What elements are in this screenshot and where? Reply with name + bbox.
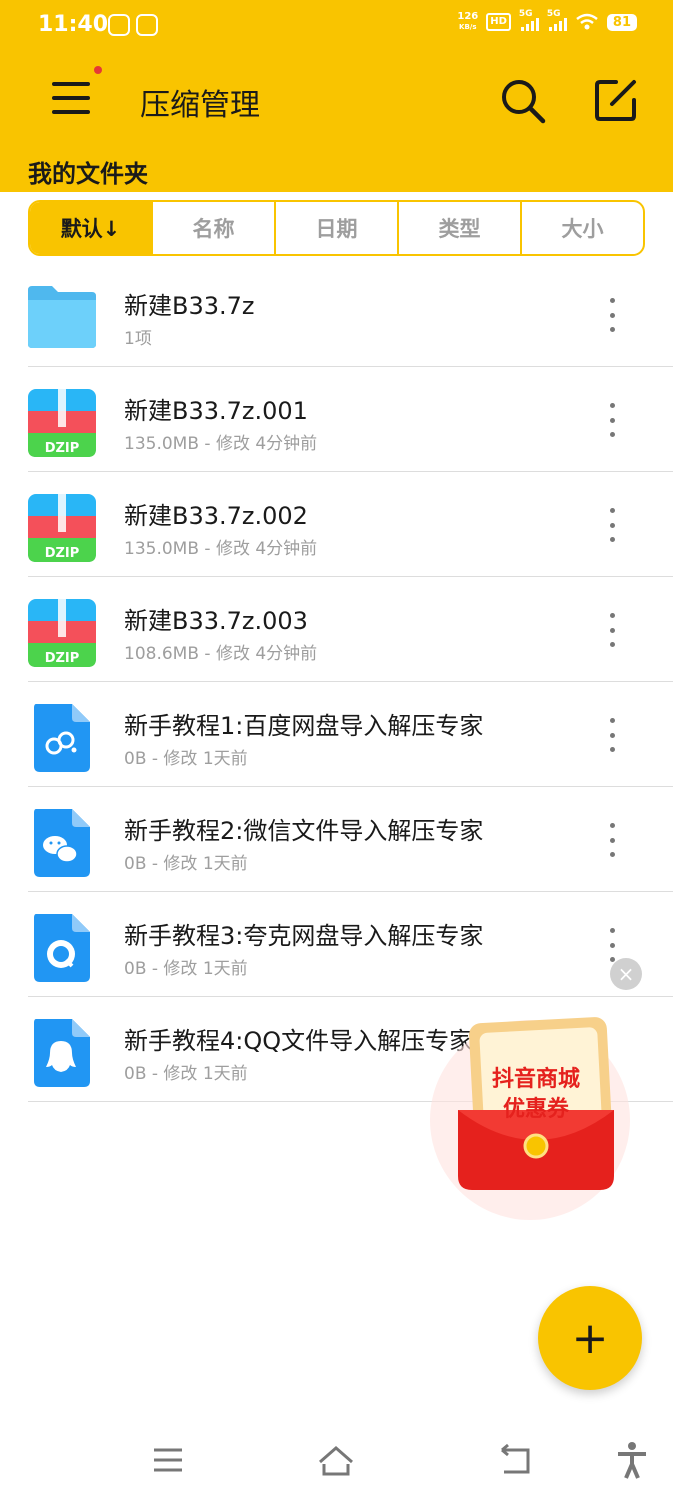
file-list: 新建B33.7z 1项 DZIP 新建B33.7z.001 135.0MB - …	[0, 262, 673, 1102]
back-icon[interactable]	[494, 1440, 534, 1480]
notification-dot	[94, 66, 102, 74]
list-item[interactable]: DZIP 新建B33.7z.003 108.6MB - 修改 4分钟前	[0, 577, 673, 682]
more-icon[interactable]	[600, 823, 624, 857]
tab-type[interactable]: 类型	[397, 202, 520, 254]
quark-doc-icon	[34, 914, 90, 982]
promo-coupon[interactable]: 抖音商城 优惠券	[420, 1010, 640, 1230]
file-name: 新手教程2:微信文件导入解压专家	[124, 817, 484, 845]
app-bar: 压缩管理 我的文件夹	[0, 52, 673, 192]
status-icons: 126 KB/s HD 5G 5G 81	[457, 9, 637, 32]
promo-close-button[interactable]: ×	[610, 958, 642, 990]
tab-default[interactable]: 默认↓	[30, 202, 151, 254]
search-icon[interactable]	[500, 78, 546, 124]
wechat-doc-icon	[34, 809, 90, 877]
file-name: 新手教程1:百度网盘导入解压专家	[124, 712, 484, 740]
svg-text:DZIP: DZIP	[45, 651, 80, 666]
list-item[interactable]: 新手教程1:百度网盘导入解压专家 0B - 修改 1天前	[0, 682, 673, 787]
file-meta: 0B - 修改 1天前	[124, 1064, 248, 1084]
notification-app-icon-2	[136, 14, 158, 36]
sort-tabs: 默认↓ 名称 日期 类型 大小	[28, 200, 645, 256]
folder-icon	[28, 286, 96, 348]
list-item[interactable]: 新建B33.7z 1项	[0, 262, 673, 367]
status-bar: 11:40 126 KB/s HD 5G 5G 81	[0, 0, 673, 52]
signal-icon-2: 5G	[547, 9, 567, 31]
file-meta: 135.0MB - 修改 4分钟前	[124, 539, 318, 559]
svg-text:DZIP: DZIP	[45, 441, 80, 456]
menu-icon[interactable]	[52, 82, 90, 116]
list-item[interactable]: 新手教程3:夸克网盘导入解压专家 0B - 修改 1天前	[0, 892, 673, 997]
net-speed: 126 KB/s	[457, 11, 479, 32]
coupon-envelope-icon: 抖音商城 优惠券	[430, 1017, 630, 1220]
system-nav-bar	[0, 1420, 673, 1500]
recent-apps-icon[interactable]	[148, 1440, 188, 1480]
edit-icon[interactable]	[594, 78, 638, 122]
home-icon[interactable]	[316, 1440, 356, 1480]
qq-doc-icon	[34, 1019, 90, 1087]
file-meta: 0B - 修改 1天前	[124, 854, 248, 874]
more-icon[interactable]	[600, 298, 624, 332]
file-meta: 1项	[124, 329, 152, 349]
list-item[interactable]: DZIP 新建B33.7z.001 135.0MB - 修改 4分钟前	[0, 367, 673, 472]
signal-icon: 5G	[519, 9, 539, 31]
tab-size[interactable]: 大小	[520, 202, 643, 254]
more-icon[interactable]	[600, 613, 624, 647]
file-name: 新建B33.7z	[124, 292, 255, 320]
folder-title: 我的文件夹	[28, 160, 148, 188]
svg-text:抖音商城: 抖音商城	[492, 1066, 580, 1092]
file-name: 新建B33.7z.001	[124, 397, 308, 425]
file-meta: 0B - 修改 1天前	[124, 749, 248, 769]
file-meta: 135.0MB - 修改 4分钟前	[124, 434, 318, 454]
file-name: 新建B33.7z.003	[124, 607, 308, 635]
more-icon[interactable]	[600, 718, 624, 752]
baidu-doc-icon	[34, 704, 90, 772]
svg-text:优惠券: 优惠券	[503, 1096, 570, 1122]
list-item[interactable]: 新手教程2:微信文件导入解压专家 0B - 修改 1天前	[0, 787, 673, 892]
dzip-icon: DZIP	[28, 599, 96, 667]
list-item[interactable]: DZIP 新建B33.7z.002 135.0MB - 修改 4分钟前	[0, 472, 673, 577]
more-icon[interactable]	[600, 508, 624, 542]
accessibility-icon[interactable]	[612, 1440, 652, 1480]
notification-app-icon	[108, 14, 130, 36]
wifi-icon	[576, 13, 598, 30]
file-meta: 0B - 修改 1天前	[124, 959, 248, 979]
dzip-icon: DZIP	[28, 389, 96, 457]
battery-icon: 81	[606, 13, 637, 31]
tab-date[interactable]: 日期	[274, 202, 397, 254]
add-button[interactable]: +	[538, 1286, 642, 1390]
file-name: 新手教程3:夸克网盘导入解压专家	[124, 922, 484, 950]
hd-icon: HD	[486, 13, 511, 31]
more-icon[interactable]	[600, 928, 624, 962]
file-name: 新建B33.7z.002	[124, 502, 308, 530]
tab-name[interactable]: 名称	[151, 202, 274, 254]
file-meta: 108.6MB - 修改 4分钟前	[124, 644, 318, 664]
dzip-icon: DZIP	[28, 494, 96, 562]
status-time: 11:40	[38, 12, 109, 37]
more-icon[interactable]	[600, 403, 624, 437]
app-title: 压缩管理	[140, 88, 260, 123]
svg-text:DZIP: DZIP	[45, 546, 80, 561]
